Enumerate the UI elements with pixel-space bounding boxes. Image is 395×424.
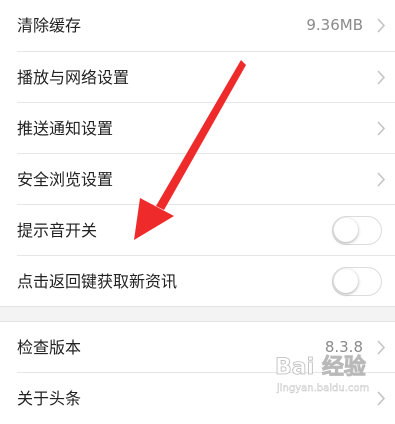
about-label: 关于头条 [17, 389, 82, 408]
back-key-refresh-row: 点击返回键获取新资讯 [0, 256, 395, 307]
safe-browsing-settings-label: 安全浏览设置 [17, 170, 114, 189]
chevron-right-icon [377, 172, 386, 187]
playback-network-settings-label: 播放与网络设置 [17, 68, 130, 87]
notification-sound-label: 提示音开关 [17, 221, 98, 240]
playback-network-settings-row[interactable]: 播放与网络设置 [0, 52, 395, 103]
notification-sound-row: 提示音开关 [0, 205, 395, 256]
toggle-knob [334, 218, 358, 242]
section-gap [0, 306, 395, 322]
chevron-right-icon [377, 340, 386, 355]
push-notification-settings-row[interactable]: 推送通知设置 [0, 103, 395, 154]
clear-cache-label: 清除缓存 [17, 16, 82, 35]
chevron-right-icon [377, 391, 386, 406]
version-value: 8.3.8 [324, 338, 363, 356]
check-version-row[interactable]: 检查版本 8.3.8 [0, 322, 395, 373]
push-notification-settings-label: 推送通知设置 [17, 119, 114, 138]
chevron-right-icon [377, 18, 386, 33]
toggle-knob [334, 269, 358, 293]
back-key-refresh-label: 点击返回键获取新资讯 [17, 272, 178, 291]
notification-sound-toggle[interactable] [332, 216, 382, 245]
safe-browsing-settings-row[interactable]: 安全浏览设置 [0, 154, 395, 205]
about-row[interactable]: 关于头条 [0, 373, 395, 424]
cache-size-value: 9.36MB [306, 16, 363, 34]
chevron-right-icon [377, 121, 386, 136]
back-key-refresh-toggle[interactable] [332, 267, 382, 296]
chevron-right-icon [377, 70, 386, 85]
check-version-label: 检查版本 [17, 338, 82, 357]
clear-cache-row[interactable]: 清除缓存 9.36MB [0, 0, 395, 51]
